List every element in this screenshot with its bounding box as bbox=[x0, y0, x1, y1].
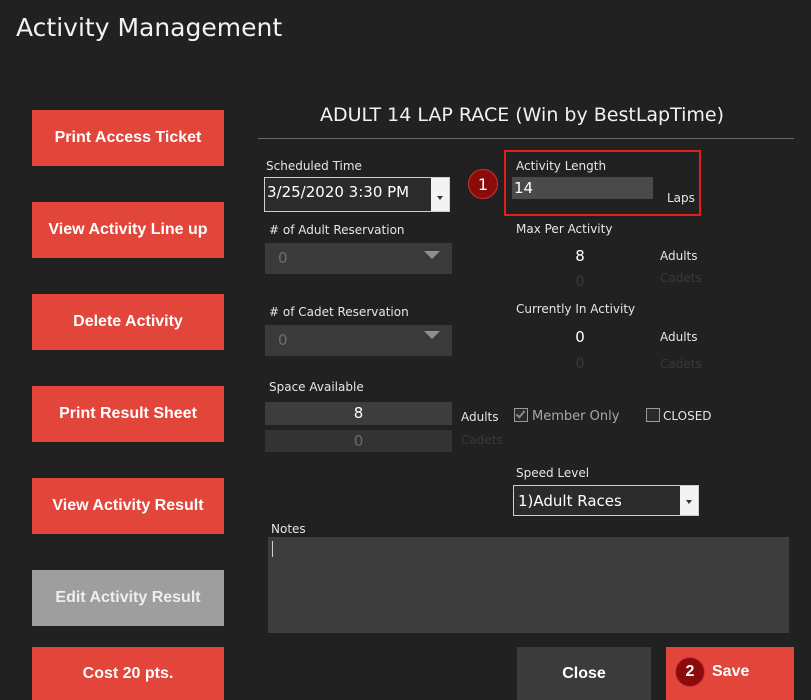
checkmark-icon bbox=[515, 408, 526, 419]
adult-reservation-stepper: 0 bbox=[265, 243, 452, 274]
cost-points-button[interactable]: Cost 20 pts. bbox=[32, 647, 224, 700]
speed-level-value: 1)Adult Races bbox=[518, 492, 622, 510]
member-only-checkbox[interactable] bbox=[514, 408, 528, 422]
chevron-down-icon bbox=[437, 195, 443, 200]
current-adults-value: 0 bbox=[575, 328, 585, 346]
max-per-activity-label: Max Per Activity bbox=[516, 222, 613, 236]
scheduled-time-value: 3/25/2020 3:30 PM bbox=[267, 183, 410, 201]
activity-title: ADULT 14 LAP RACE (Win by BestLapTime) bbox=[319, 104, 725, 126]
print-access-ticket-button[interactable]: Print Access Ticket bbox=[32, 110, 224, 166]
current-cadets-value: 0 bbox=[575, 356, 585, 372]
title-divider bbox=[258, 138, 794, 139]
closed-checkbox[interactable] bbox=[646, 408, 660, 422]
space-available-cadets-value: 0 bbox=[353, 432, 364, 450]
max-adults-unit: Adults bbox=[660, 249, 698, 263]
space-available-adults-value: 8 bbox=[353, 404, 364, 422]
notes-label: Notes bbox=[271, 522, 306, 536]
activity-length-input[interactable]: 14 bbox=[512, 177, 653, 199]
scheduled-time-dropdown[interactable] bbox=[431, 178, 449, 211]
space-available-label: Space Available bbox=[269, 380, 364, 394]
window-title: Activity Management bbox=[16, 13, 283, 42]
view-activity-result-button[interactable]: View Activity Result bbox=[32, 478, 224, 534]
adult-reservation-label: # of Adult Reservation bbox=[269, 223, 405, 237]
current-adults-unit: Adults bbox=[660, 330, 698, 344]
currently-in-activity-label: Currently In Activity bbox=[516, 302, 636, 316]
current-cadets-unit: Cadets bbox=[660, 357, 702, 371]
step-badge-1: 1 bbox=[468, 169, 498, 199]
chevron-down-icon bbox=[686, 499, 692, 504]
space-adults-unit: Adults bbox=[461, 410, 499, 424]
max-cadets-unit: Cadets bbox=[660, 271, 702, 285]
cadet-reservation-stepper: 0 bbox=[265, 325, 452, 356]
notes-textarea[interactable] bbox=[268, 537, 789, 633]
activity-length-value: 14 bbox=[514, 179, 534, 197]
spin-down-icon bbox=[424, 251, 440, 259]
cadet-reservation-label: # of Cadet Reservation bbox=[269, 305, 409, 319]
activity-length-unit: Laps bbox=[667, 191, 695, 205]
print-result-sheet-button[interactable]: Print Result Sheet bbox=[32, 386, 224, 442]
space-available-adults: 8 bbox=[265, 402, 452, 425]
edit-activity-result-button: Edit Activity Result bbox=[32, 570, 224, 626]
max-adults-value: 8 bbox=[575, 247, 585, 265]
delete-activity-button[interactable]: Delete Activity bbox=[32, 294, 224, 350]
speed-level-dropdown[interactable] bbox=[680, 486, 698, 515]
adult-reservation-value: 0 bbox=[278, 249, 288, 267]
max-cadets-value: 0 bbox=[575, 274, 585, 290]
space-cadets-unit: Cadets bbox=[461, 433, 503, 447]
text-caret bbox=[272, 541, 273, 557]
closed-label: CLOSED bbox=[663, 409, 712, 423]
view-activity-lineup-button[interactable]: View Activity Line up bbox=[32, 202, 224, 258]
scheduled-time-picker[interactable]: 3/25/2020 3:30 PM bbox=[264, 177, 450, 212]
cadet-reservation-value: 0 bbox=[278, 331, 288, 349]
save-button[interactable]: 2 Save bbox=[666, 647, 794, 700]
close-button[interactable]: Close bbox=[517, 647, 651, 700]
scheduled-time-label: Scheduled Time bbox=[266, 159, 362, 173]
save-label: Save bbox=[712, 663, 750, 680]
speed-level-select[interactable]: 1)Adult Races bbox=[513, 485, 699, 516]
spin-down-icon bbox=[424, 331, 440, 339]
space-available-cadets: 0 bbox=[265, 430, 452, 452]
activity-length-label: Activity Length bbox=[516, 159, 607, 173]
step-badge-2: 2 bbox=[675, 657, 705, 687]
member-only-label: Member Only bbox=[532, 409, 620, 424]
speed-level-label: Speed Level bbox=[516, 466, 590, 480]
